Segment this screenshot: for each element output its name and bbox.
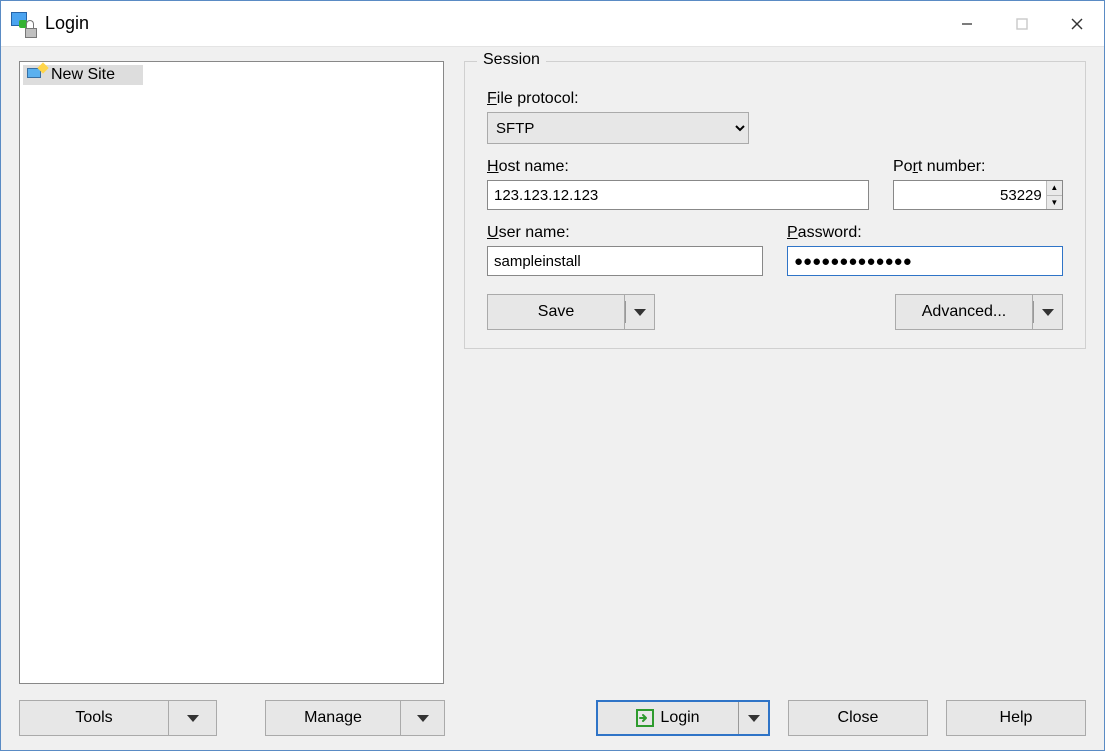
close-button[interactable]: Close <box>788 700 928 736</box>
site-item-new-site[interactable]: New Site <box>23 65 143 85</box>
bottom-bar: Tools Manage Login Close Help <box>19 700 1086 736</box>
password-input[interactable] <box>787 246 1063 276</box>
chevron-down-icon <box>1042 309 1054 316</box>
help-button[interactable]: Help <box>946 700 1086 736</box>
port-number-label: Port number: <box>893 158 1063 176</box>
advanced-button[interactable]: Advanced... <box>895 294 1033 330</box>
chevron-down-icon <box>187 715 199 722</box>
maximize-button[interactable] <box>994 1 1049 46</box>
login-dropdown[interactable] <box>738 702 768 734</box>
client-area: New Site Session File protocol: SFTP <box>1 46 1104 750</box>
save-button[interactable]: Save <box>487 294 625 330</box>
file-protocol-label: File protocol: <box>487 90 749 108</box>
session-group: Session File protocol: SFTP <box>464 61 1086 349</box>
host-name-input[interactable] <box>487 180 869 210</box>
login-button-group: Login <box>596 700 770 736</box>
port-number-input[interactable]: ▲ ▼ <box>893 180 1063 210</box>
user-name-label: User name: <box>487 224 763 242</box>
password-label: Password: <box>787 224 1063 242</box>
manage-dropdown[interactable] <box>401 700 445 736</box>
save-dropdown[interactable] <box>625 294 655 330</box>
user-name-input[interactable] <box>487 246 763 276</box>
file-protocol-select[interactable]: SFTP <box>487 112 749 144</box>
chevron-down-icon <box>748 715 760 722</box>
close-window-button[interactable] <box>1049 1 1104 46</box>
minimize-button[interactable] <box>939 1 994 46</box>
advanced-button-group: Advanced... <box>895 294 1063 330</box>
site-item-label: New Site <box>51 66 115 84</box>
port-number-field[interactable] <box>894 181 1046 209</box>
chevron-down-icon <box>634 309 646 316</box>
advanced-dropdown[interactable] <box>1033 294 1063 330</box>
new-site-icon <box>27 66 45 84</box>
tools-button[interactable]: Tools <box>19 700 169 736</box>
login-window: Login New Site Session <box>0 0 1105 751</box>
window-title: Login <box>45 13 89 34</box>
chevron-down-icon <box>417 715 429 722</box>
main-grid: New Site Session File protocol: SFTP <box>19 61 1086 684</box>
tools-dropdown[interactable] <box>169 700 217 736</box>
login-button-label: Login <box>660 709 699 727</box>
login-icon <box>636 709 654 727</box>
session-legend: Session <box>477 51 546 69</box>
port-spin-up[interactable]: ▲ <box>1047 181 1062 195</box>
save-button-group: Save <box>487 294 655 330</box>
app-icon <box>11 12 35 36</box>
manage-button[interactable]: Manage <box>265 700 401 736</box>
titlebar: Login <box>1 1 1104 46</box>
login-button[interactable]: Login <box>598 702 738 734</box>
host-name-label: Host name: <box>487 158 869 176</box>
site-list[interactable]: New Site <box>19 61 444 684</box>
port-spin-down[interactable]: ▼ <box>1047 195 1062 210</box>
